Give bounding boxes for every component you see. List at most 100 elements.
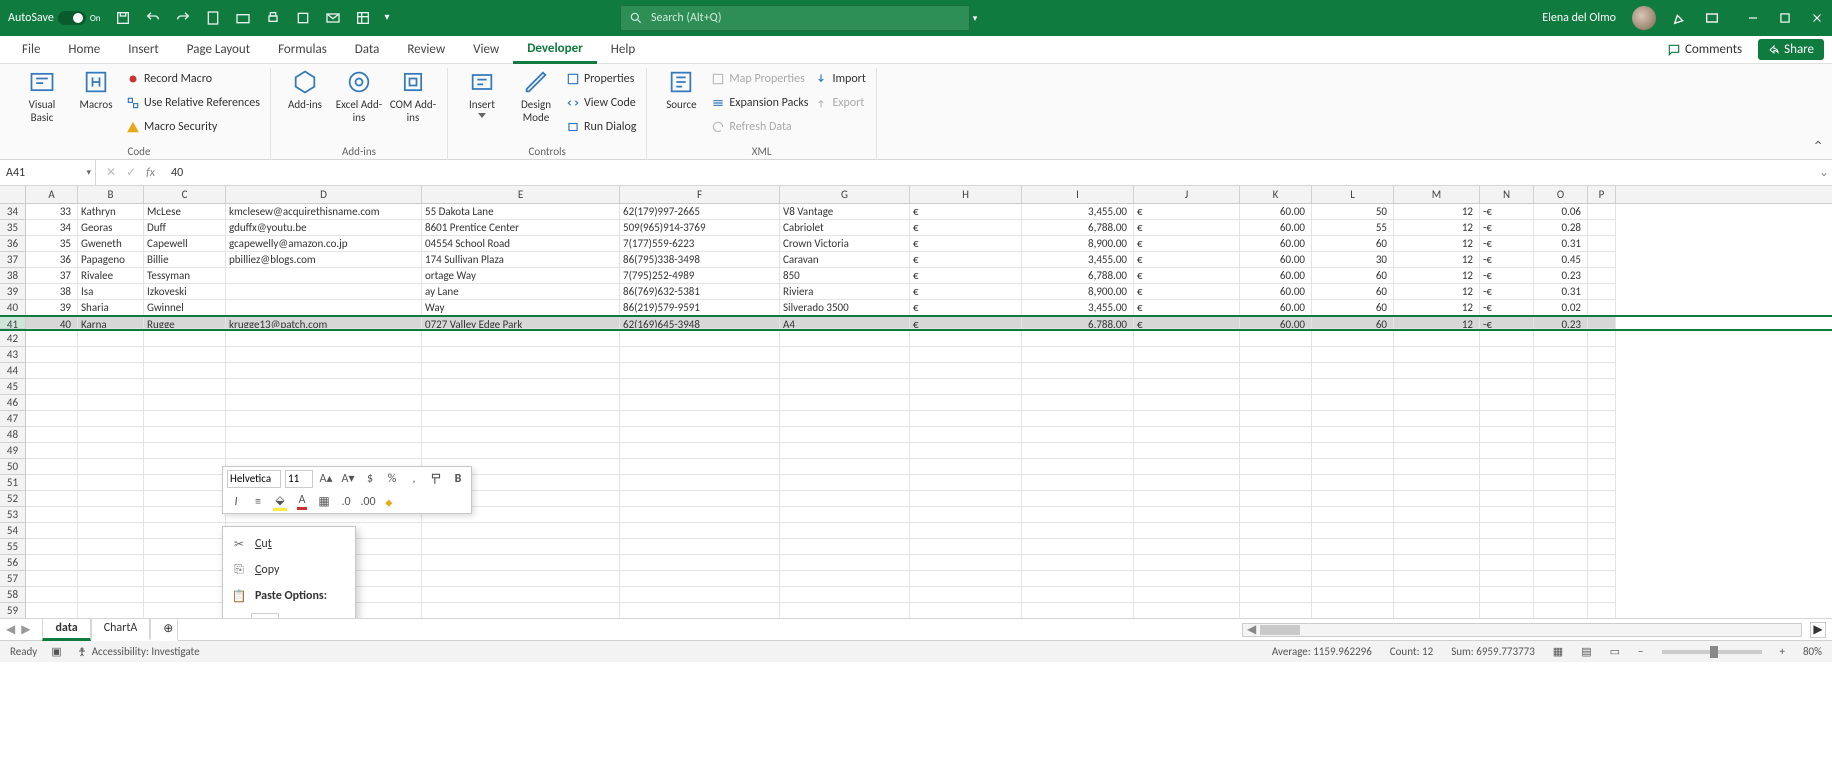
cell[interactable]: 12 — [1394, 252, 1480, 268]
cell[interactable] — [1394, 395, 1480, 411]
cell[interactable] — [1022, 491, 1134, 507]
cell[interactable] — [910, 603, 1022, 618]
ribbon-display-icon[interactable] — [1704, 10, 1720, 26]
cell[interactable] — [780, 411, 910, 427]
cell[interactable] — [1588, 284, 1616, 300]
cell[interactable] — [1312, 523, 1394, 539]
cell[interactable] — [26, 587, 78, 603]
cell[interactable] — [1588, 587, 1616, 603]
macro-security-button[interactable]: Macro Security — [126, 116, 260, 138]
sheet-nav-prev-icon[interactable]: ◀ — [6, 622, 15, 637]
row-header-38[interactable]: 38 — [0, 268, 26, 284]
cell[interactable] — [1312, 443, 1394, 459]
cell[interactable]: 12 — [1394, 300, 1480, 316]
cell[interactable]: 55 Dakota Lane — [422, 204, 620, 220]
row-header-37[interactable]: 37 — [0, 252, 26, 268]
cell[interactable]: € — [1134, 204, 1240, 220]
row-header-46[interactable]: 46 — [0, 395, 26, 411]
cell[interactable] — [780, 523, 910, 539]
row-header-59[interactable]: 59 — [0, 603, 26, 618]
increase-font-icon[interactable]: A▴ — [317, 470, 335, 488]
cell[interactable] — [1134, 555, 1240, 571]
cell[interactable] — [1480, 459, 1534, 475]
map-properties-button[interactable]: Map Properties — [711, 68, 808, 90]
cell[interactable]: Kathryn — [78, 204, 144, 220]
cell[interactable]: 62(179)997-2665 — [620, 204, 780, 220]
cell[interactable] — [1588, 555, 1616, 571]
row-header-50[interactable]: 50 — [0, 459, 26, 475]
cell[interactable] — [1480, 395, 1534, 411]
open-icon[interactable] — [235, 10, 251, 26]
cell[interactable]: Riviera — [780, 284, 910, 300]
cell[interactable] — [144, 507, 226, 523]
cell[interactable] — [1394, 571, 1480, 587]
cell[interactable]: € — [1134, 284, 1240, 300]
cell[interactable]: 33 — [26, 204, 78, 220]
cell[interactable]: 62(169)645-3948 — [620, 317, 780, 329]
cell[interactable] — [1394, 555, 1480, 571]
paste-option-default[interactable]: 📋 — [251, 613, 279, 618]
cell[interactable] — [1588, 411, 1616, 427]
cell[interactable] — [26, 331, 78, 347]
cell[interactable] — [422, 379, 620, 395]
spreadsheet-grid[interactable]: ABCDEFGHIJKLMNOP 3433KathrynMcLesekmcles… — [0, 186, 1832, 618]
save-icon[interactable] — [115, 10, 131, 26]
comma-icon[interactable]: , — [405, 470, 423, 488]
cell[interactable] — [26, 475, 78, 491]
cell[interactable] — [1480, 491, 1534, 507]
cell[interactable] — [620, 507, 780, 523]
cell[interactable] — [1134, 491, 1240, 507]
cell[interactable]: 60.00 — [1240, 236, 1312, 252]
cell[interactable]: 0.02 — [1534, 300, 1588, 316]
font-color-icon[interactable]: A — [293, 493, 311, 511]
cell[interactable] — [780, 475, 910, 491]
cell[interactable]: € — [1134, 236, 1240, 252]
cell[interactable] — [422, 427, 620, 443]
cell[interactable]: 3,455.00 — [1022, 252, 1134, 268]
cell[interactable]: Silverado 3500 — [780, 300, 910, 316]
row-header-55[interactable]: 55 — [0, 539, 26, 555]
sheet-tab-charta[interactable]: ChartA — [91, 619, 151, 641]
cell[interactable] — [144, 459, 226, 475]
cell[interactable] — [1022, 507, 1134, 523]
cell[interactable] — [1588, 475, 1616, 491]
cell[interactable] — [620, 411, 780, 427]
cell[interactable]: 60 — [1312, 317, 1394, 329]
row-header-52[interactable]: 52 — [0, 491, 26, 507]
cell[interactable] — [1022, 379, 1134, 395]
cell[interactable] — [1240, 587, 1312, 603]
cell[interactable] — [1534, 459, 1588, 475]
table-icon[interactable] — [355, 10, 371, 26]
cell[interactable] — [620, 475, 780, 491]
share-button[interactable]: Share — [1758, 39, 1824, 60]
cell[interactable] — [226, 300, 422, 316]
drawing-icon[interactable] — [1672, 10, 1688, 26]
visual-basic-button[interactable]: Visual Basic — [18, 68, 66, 124]
cell[interactable] — [1394, 507, 1480, 523]
col-header-L[interactable]: L — [1312, 186, 1394, 203]
cell[interactable] — [910, 459, 1022, 475]
cell[interactable]: 34 — [26, 220, 78, 236]
quickprint-icon[interactable] — [295, 10, 311, 26]
cell[interactable] — [1588, 523, 1616, 539]
cell[interactable] — [910, 475, 1022, 491]
cell[interactable]: € — [1134, 268, 1240, 284]
cell[interactable] — [26, 507, 78, 523]
cell[interactable] — [78, 363, 144, 379]
cell[interactable]: 04554 School Road — [422, 236, 620, 252]
cell[interactable] — [620, 523, 780, 539]
cell[interactable] — [1022, 363, 1134, 379]
insert-control-button[interactable]: Insert — [458, 68, 506, 118]
tab-page-layout[interactable]: Page Layout — [173, 37, 264, 62]
cell[interactable] — [1134, 395, 1240, 411]
cell[interactable] — [422, 331, 620, 347]
cell[interactable] — [226, 347, 422, 363]
currency-icon[interactable]: $ — [361, 470, 379, 488]
cell[interactable]: 60 — [1312, 268, 1394, 284]
cell[interactable] — [1134, 523, 1240, 539]
view-normal-icon[interactable]: ▦ — [1553, 645, 1563, 658]
cell[interactable] — [78, 347, 144, 363]
cell[interactable] — [78, 539, 144, 555]
cell[interactable] — [1534, 507, 1588, 523]
cell[interactable]: 3,455.00 — [1022, 300, 1134, 316]
